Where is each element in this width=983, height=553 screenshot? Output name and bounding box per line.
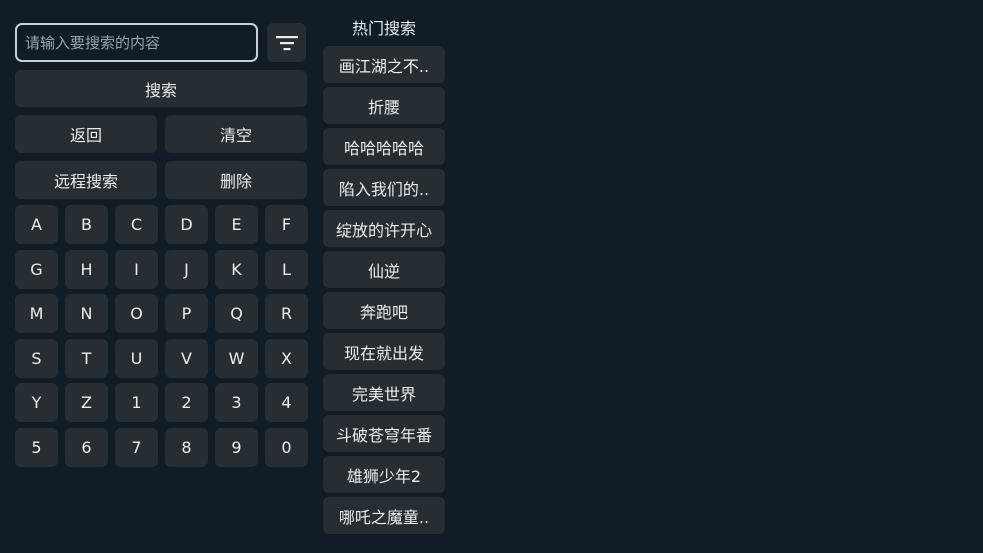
key-button[interactable]: 4 (265, 383, 308, 423)
hot-search-item[interactable]: 哪吒之魔童.. (323, 497, 445, 534)
key-button[interactable]: Q (215, 294, 258, 334)
search-button[interactable]: 搜索 (15, 70, 307, 107)
hot-search-item[interactable]: 哈哈哈哈哈 (323, 128, 445, 165)
key-button[interactable]: S (15, 338, 58, 378)
key-button[interactable]: 0 (265, 427, 308, 467)
delete-button[interactable]: 删除 (165, 161, 307, 199)
key-button[interactable]: 3 (215, 383, 258, 423)
key-button[interactable]: P (165, 294, 208, 334)
hot-search-item[interactable]: 完美世界 (323, 374, 445, 411)
key-button[interactable]: 6 (65, 427, 108, 467)
key-button[interactable]: 2 (165, 383, 208, 423)
hot-search-item[interactable]: 绽放的许开心 (323, 210, 445, 247)
hot-search-item[interactable]: 陷入我们的.. (323, 169, 445, 206)
key-button[interactable]: K (215, 249, 258, 289)
filter-icon (275, 35, 298, 51)
key-button[interactable]: O (115, 294, 158, 334)
key-button[interactable]: 5 (15, 427, 58, 467)
key-button[interactable]: G (15, 249, 58, 289)
key-button[interactable]: U (115, 338, 158, 378)
search-input[interactable] (15, 23, 258, 62)
key-button[interactable]: T (65, 338, 108, 378)
clear-button[interactable]: 清空 (165, 115, 307, 153)
key-button[interactable]: 9 (215, 427, 258, 467)
key-button[interactable]: 7 (115, 427, 158, 467)
hot-search-item[interactable]: 雄狮少年2 (323, 456, 445, 493)
key-button[interactable]: X (265, 338, 308, 378)
hot-search-item[interactable]: 仙逆 (323, 251, 445, 288)
hot-search-item[interactable]: 画江湖之不.. (323, 46, 445, 83)
key-button[interactable]: R (265, 294, 308, 334)
hot-search-item[interactable]: 现在就出发 (323, 333, 445, 370)
key-button[interactable]: B (65, 205, 108, 244)
key-button[interactable]: D (165, 205, 208, 244)
hot-search-title: 热门搜索 (351, 19, 416, 38)
key-button[interactable]: Y (15, 383, 58, 423)
filter-button[interactable] (267, 23, 306, 62)
hot-search-item[interactable]: 斗破苍穹年番 (323, 415, 445, 452)
key-button[interactable]: A (15, 205, 58, 244)
key-button[interactable]: Z (65, 383, 108, 423)
back-button[interactable]: 返回 (15, 115, 157, 153)
key-button[interactable]: M (15, 294, 58, 334)
key-button[interactable]: W (215, 338, 258, 378)
key-button[interactable]: 1 (115, 383, 158, 423)
remote-search-button[interactable]: 远程搜索 (15, 161, 157, 199)
hot-search-item[interactable]: 奔跑吧 (323, 292, 445, 329)
key-button[interactable]: V (165, 338, 208, 378)
key-button[interactable]: E (215, 205, 258, 244)
key-button[interactable]: 8 (165, 427, 208, 467)
key-button[interactable]: F (265, 205, 308, 244)
key-button[interactable]: H (65, 249, 108, 289)
key-button[interactable]: J (165, 249, 208, 289)
key-button[interactable]: L (265, 249, 308, 289)
keypad: A B C D E F G H I J K L M N O P Q R S T … (15, 205, 308, 467)
key-button[interactable]: C (115, 205, 158, 244)
hot-search-item[interactable]: 折腰 (323, 87, 445, 124)
key-button[interactable]: N (65, 294, 108, 334)
hot-search-list[interactable]: 画江湖之不.. 折腰 哈哈哈哈哈 陷入我们的.. 绽放的许开心 仙逆 奔跑吧 现… (323, 46, 445, 538)
key-button[interactable]: I (115, 249, 158, 289)
